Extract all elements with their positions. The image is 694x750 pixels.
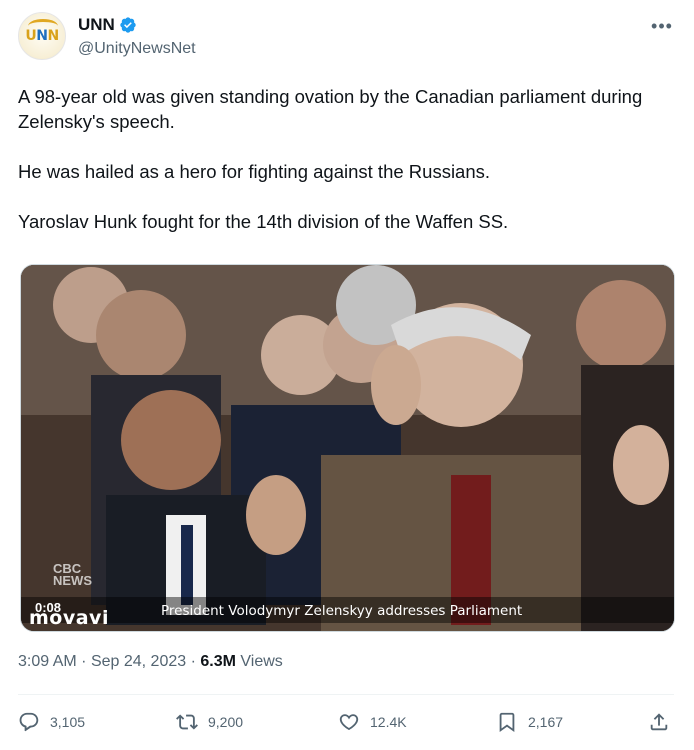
action-bar: 3,105 9,200 12.4K 2,167 [18, 706, 674, 738]
reply-button[interactable]: 3,105 [18, 706, 85, 738]
tweet-paragraph: He was hailed as a hero for fighting aga… [18, 161, 491, 182]
reply-icon [19, 712, 39, 732]
share-icon [650, 713, 668, 731]
tweet-paragraph: Yaroslav Hunk fought for the 14th divisi… [18, 211, 509, 232]
tweet-meta: 3:09 AM · Sep 24, 2023 · 6.3M Views [18, 653, 283, 671]
share-button[interactable] [648, 706, 670, 738]
video-player[interactable]: CBC NEWS President Volodymyr Zelenskyy a… [20, 264, 675, 632]
handle[interactable]: @UnityNewsNet [78, 40, 196, 58]
like-count: 12.4K [370, 714, 407, 730]
like-button[interactable]: 12.4K [338, 706, 407, 738]
tweet-time[interactable]: 3:09 AM [18, 653, 77, 670]
tweet-date[interactable]: Sep 24, 2023 [91, 653, 186, 670]
movavi-watermark: movavi [29, 607, 109, 629]
heart-icon [339, 714, 359, 730]
repost-icon [176, 714, 198, 730]
avatar[interactable]: UNN [18, 12, 66, 60]
views-label: Views [240, 653, 283, 670]
tweet-header: UNN UNN @UnityNewsNet ••• [18, 12, 678, 62]
reply-count: 3,105 [50, 714, 86, 730]
bookmark-button[interactable]: 2,167 [496, 706, 563, 738]
tweet-paragraph: A 98-year old was given standing ovation… [18, 86, 643, 132]
bookmark-count: 2,167 [528, 714, 564, 730]
divider [18, 694, 674, 695]
cbc-news-watermark: CBC NEWS [53, 561, 92, 588]
bookmark-icon [499, 712, 515, 733]
display-name[interactable]: UNN [78, 15, 115, 35]
logo-arc [28, 19, 58, 33]
tweet-text: A 98-year old was given standing ovation… [18, 84, 668, 234]
display-name-row: UNN [78, 14, 196, 36]
video-caption: President Volodymyr Zelenskyy addresses … [161, 603, 523, 619]
author-block: UNN @UnityNewsNet [78, 14, 196, 58]
views-count: 6.3M [200, 653, 236, 670]
more-options-icon[interactable]: ••• [650, 14, 674, 38]
verified-badge-icon[interactable] [119, 16, 137, 34]
separator: · [81, 653, 91, 670]
separator: · [190, 653, 201, 670]
repost-button[interactable]: 9,200 [176, 706, 243, 738]
repost-count: 9,200 [208, 714, 244, 730]
video-frame [21, 265, 674, 631]
